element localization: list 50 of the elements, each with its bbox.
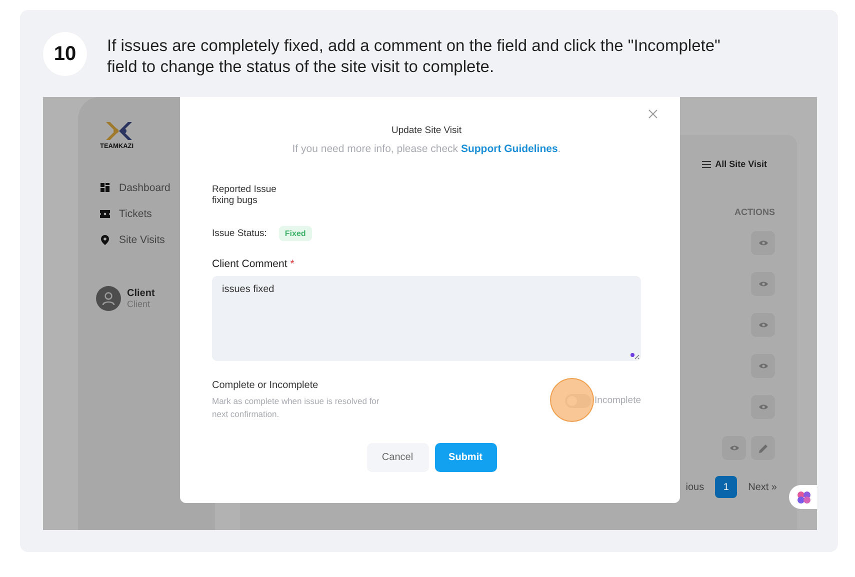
user-role: Client bbox=[127, 299, 152, 309]
ticket-icon bbox=[100, 210, 110, 218]
view-button[interactable] bbox=[751, 395, 775, 419]
submit-button[interactable]: Submit bbox=[434, 443, 496, 472]
close-icon[interactable] bbox=[648, 109, 658, 119]
click-highlight bbox=[550, 378, 594, 422]
dialog-title: Update Site Visit bbox=[390, 125, 463, 136]
logo-icon bbox=[104, 120, 134, 142]
toggle-description: Mark as complete when issue is resolved for next confirmation. bbox=[212, 395, 380, 421]
view-button[interactable] bbox=[722, 436, 746, 460]
comment-field[interactable]: issues fixed bbox=[212, 276, 641, 361]
location-pin-icon bbox=[100, 234, 110, 244]
support-guidelines-link[interactable]: Support Guidelines bbox=[460, 143, 558, 155]
step-instruction: If issues are completely fixed, add a comment on the field and click the "Incomplete" field to change the status of the site visit to complete. bbox=[107, 36, 722, 78]
view-button[interactable] bbox=[751, 231, 775, 255]
next-link[interactable]: Next » bbox=[748, 482, 777, 492]
toggle-label: Complete or Incomplete bbox=[212, 380, 320, 391]
client-comment-label: Client Comment * bbox=[212, 258, 296, 270]
all-site-visit-button[interactable]: All Site Visit bbox=[702, 159, 767, 169]
view-button[interactable] bbox=[751, 354, 775, 378]
dashboard-icon bbox=[100, 183, 110, 192]
help-text: If you need more info, please check Support Guidelines. bbox=[291, 143, 562, 155]
edit-button[interactable] bbox=[751, 436, 775, 460]
page-button[interactable]: 1 bbox=[715, 476, 738, 498]
eye-icon bbox=[758, 363, 768, 369]
eye-icon bbox=[758, 281, 768, 287]
reported-issue-value: fixing bugs bbox=[212, 195, 258, 206]
issue-status-label: Issue Status: bbox=[212, 228, 267, 239]
column-header: ACTIONS bbox=[734, 207, 775, 217]
nav-item[interactable]: Tickets bbox=[100, 206, 215, 221]
eye-icon bbox=[730, 445, 738, 451]
view-button[interactable] bbox=[751, 272, 775, 296]
pencil-icon bbox=[758, 444, 768, 452]
resize-handle-icon[interactable] bbox=[630, 352, 640, 360]
step-number: 10 bbox=[43, 32, 87, 76]
status-toggle[interactable] bbox=[564, 394, 591, 408]
reported-issue-label: Reported Issue bbox=[212, 184, 278, 195]
view-button[interactable] bbox=[751, 313, 775, 337]
user-name: Client bbox=[127, 288, 155, 299]
eye-icon bbox=[758, 322, 768, 328]
assistant-button[interactable] bbox=[789, 485, 817, 509]
avatar-icon bbox=[96, 286, 121, 311]
toggle-text: Incomplete bbox=[594, 395, 641, 406]
menu-icon bbox=[702, 160, 712, 168]
eye-icon bbox=[758, 240, 768, 246]
eye-icon bbox=[758, 404, 768, 410]
previous-link[interactable]: ious bbox=[686, 482, 704, 492]
status-badge: Fixed bbox=[278, 226, 312, 241]
cancel-button[interactable]: Cancel bbox=[366, 443, 428, 472]
brain-icon bbox=[797, 490, 811, 504]
